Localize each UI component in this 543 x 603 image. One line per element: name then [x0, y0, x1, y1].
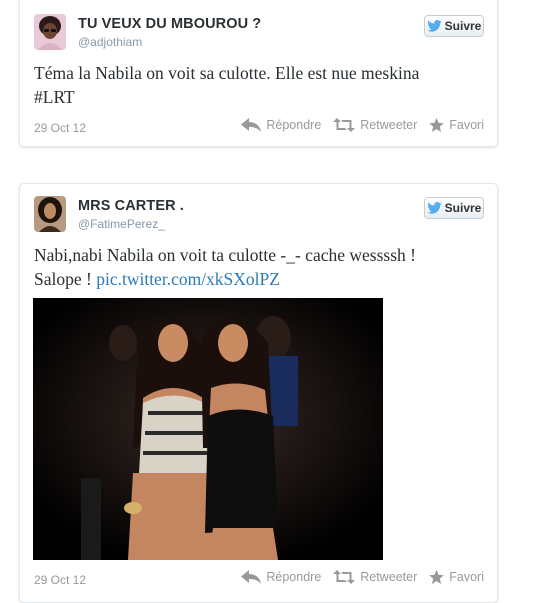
retweet-icon — [333, 570, 356, 584]
tweet-photo[interactable] — [33, 298, 383, 560]
tweet-actions: Répondre Retweeter Favori — [241, 570, 484, 584]
tweet-actions: Répondre Retweeter Favori — [241, 118, 484, 132]
reply-icon — [241, 118, 262, 132]
tweet-text: Téma la Nabila on voit sa culotte. Elle … — [34, 61, 484, 109]
favorite-button[interactable]: Favori — [429, 570, 484, 584]
handle[interactable]: @adjothiam — [78, 35, 142, 49]
reply-button[interactable]: Répondre — [241, 570, 321, 584]
follow-button[interactable]: Suivre — [424, 197, 484, 219]
favorite-label: Favori — [449, 118, 484, 132]
media-link[interactable]: pic.twitter.com/xkSXolPZ — [96, 269, 280, 289]
display-name[interactable]: MRS CARTER . — [78, 198, 184, 214]
retweet-button[interactable]: Retweeter — [333, 570, 417, 584]
retweet-icon — [333, 118, 356, 132]
follow-label: Suivre — [444, 19, 482, 33]
star-icon — [429, 570, 445, 584]
twitter-bird-icon — [426, 202, 442, 214]
display-name[interactable]: TU VEUX DU MBOUROU ? — [78, 16, 261, 32]
reply-label: Répondre — [266, 570, 322, 584]
tweet-text: Nabi,nabi Nabila on voit ta culotte -_- … — [34, 243, 484, 291]
tweet-text-content: Téma la Nabila on voit sa culotte. Elle … — [34, 63, 420, 107]
twitter-bird-icon — [426, 20, 442, 32]
avatar[interactable] — [34, 14, 66, 50]
tweet-date[interactable]: 29 Oct 12 — [34, 121, 86, 135]
reply-label: Répondre — [266, 118, 322, 132]
follow-label: Suivre — [444, 201, 482, 215]
retweet-button[interactable]: Retweeter — [333, 118, 417, 132]
avatar[interactable] — [34, 196, 66, 232]
tweet-card: MRS CARTER . @FatimePerez_ Suivre Nabi,n… — [19, 183, 498, 603]
favorite-button[interactable]: Favori — [429, 118, 484, 132]
favorite-label: Favori — [449, 570, 484, 584]
handle[interactable]: @FatimePerez_ — [78, 217, 165, 231]
reply-button[interactable]: Répondre — [241, 118, 321, 132]
follow-button[interactable]: Suivre — [424, 15, 484, 37]
tweet-card: TU VEUX DU MBOUROU ? @adjothiam Suivre T… — [19, 0, 498, 147]
retweet-label: Retweeter — [360, 118, 418, 132]
tweet-date[interactable]: 29 Oct 12 — [34, 573, 86, 587]
star-icon — [429, 118, 445, 132]
retweet-label: Retweeter — [360, 570, 418, 584]
reply-icon — [241, 570, 262, 584]
